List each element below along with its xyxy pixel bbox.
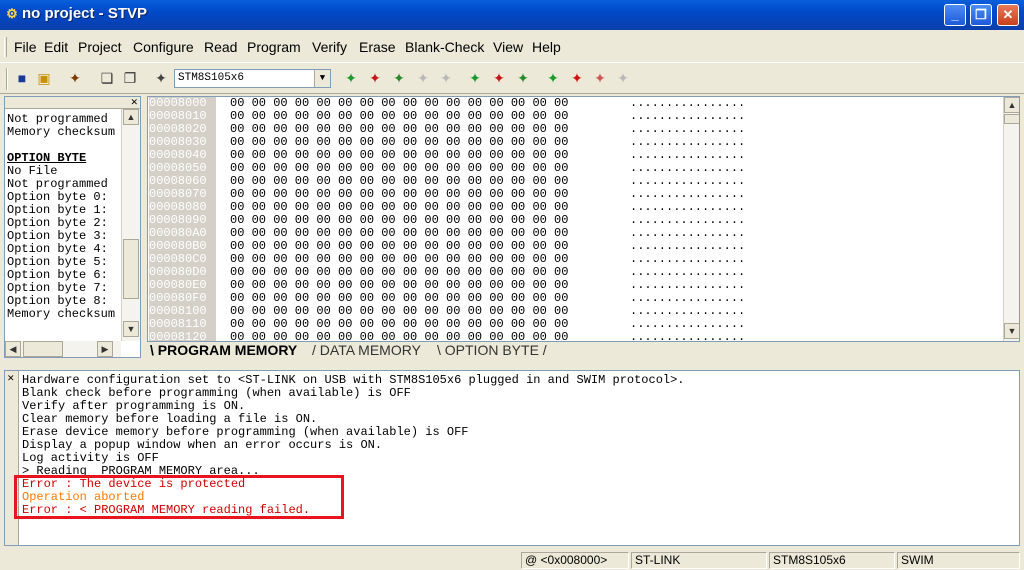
memory-ascii: ................ <box>630 330 746 342</box>
info-panel-hscroll[interactable]: ◀ ▶ <box>5 341 121 357</box>
menu-configure[interactable]: Configure <box>133 39 194 55</box>
minimize-button[interactable]: _ <box>944 4 966 26</box>
menu-program[interactable]: Program <box>247 39 301 55</box>
menu-erase[interactable]: Erase <box>359 39 396 55</box>
chevron-down-icon[interactable]: ▼ <box>314 70 330 87</box>
error-highlight-box <box>14 475 344 519</box>
read-all-icon[interactable]: ✦ <box>466 69 484 87</box>
menu-verify[interactable]: Verify <box>312 39 347 55</box>
info-panel-text: Not programmed Memory checksum OPTION BYTE… <box>7 113 119 321</box>
scroll-down-icon[interactable]: ▼ <box>123 321 139 337</box>
scroll-thumb[interactable] <box>123 239 139 299</box>
verify-all-icon[interactable]: ✦ <box>514 69 532 87</box>
menu-file[interactable]: File <box>14 39 37 55</box>
memory-bytes: 00 00 00 00 00 00 00 00 00 00 00 00 00 0… <box>230 330 569 342</box>
stvp-app-icon: ⚙ <box>6 6 18 21</box>
toolbar: ■ ▣ ✦ ❏ ❐ ✦ STM8S105x6 ▼ ✦ ✦ ✦ ✦ ✦ ✦ ✦ ✦… <box>0 62 1024 94</box>
menu-grip <box>4 37 7 57</box>
info-panel: ✕ Not programmed Memory checksum OPTION BY… <box>4 96 141 358</box>
erase-active-icon: ✦ <box>617 70 629 86</box>
verify-active-icon[interactable]: ✦ <box>591 69 609 87</box>
status-bar: @ <0x008000> ST-LINK STM8S105x6 SWIM <box>0 550 1024 570</box>
menu-read[interactable]: Read <box>204 39 237 55</box>
save-icon[interactable]: ■ <box>13 69 31 87</box>
info-line: Memory checksum <box>7 307 116 321</box>
tab-data-memory[interactable]: / DATA MEMORY <box>312 342 421 358</box>
copy-icon[interactable]: ❏ <box>98 69 116 87</box>
scroll-up-icon[interactable]: ▲ <box>123 109 139 125</box>
tab-data-memory-label: DATA MEMORY <box>319 342 421 358</box>
info-line: Memory checksum <box>7 125 116 139</box>
info-panel-header: ✕ <box>5 97 140 109</box>
program-current-icon[interactable]: ✦ <box>366 69 384 87</box>
verify-current-icon[interactable]: ✦ <box>390 69 408 87</box>
chip-icon[interactable]: ✦ <box>66 69 84 87</box>
memory-view[interactable]: 00008000 00 00 00 00 00 00 00 00 00 00 00… <box>147 96 1020 342</box>
tab-option-byte[interactable]: \ OPTION BYTE / <box>437 342 547 358</box>
status-protocol: SWIM <box>897 552 1020 569</box>
menu-blank-check[interactable]: Blank-Check <box>405 39 484 55</box>
info-panel-vscroll[interactable]: ▲ ▼ <box>121 109 140 341</box>
scroll-down-icon[interactable]: ▼ <box>1004 323 1019 339</box>
scroll-up-icon[interactable]: ▲ <box>1004 97 1019 113</box>
menu-view[interactable]: View <box>493 39 523 55</box>
program-all-icon[interactable]: ✦ <box>490 69 508 87</box>
menu-help[interactable]: Help <box>532 39 561 55</box>
device-icon: ✦ <box>155 70 167 86</box>
scroll-thumb[interactable] <box>23 341 63 357</box>
tab-program-memory[interactable]: \ PROGRAM MEMORY <box>150 342 297 358</box>
tab-option-byte-label: OPTION BYTE <box>444 342 539 358</box>
status-device: STM8S105x6 <box>769 552 895 569</box>
status-link: ST-LINK <box>631 552 767 569</box>
close-button[interactable]: ✕ <box>997 4 1019 26</box>
open-folder-icon[interactable]: ▣ <box>35 69 53 87</box>
menu-edit[interactable]: Edit <box>44 39 68 55</box>
memory-address: 00008120 <box>149 331 216 341</box>
window-title: no project - STVP <box>22 5 148 22</box>
close-icon[interactable]: ✕ <box>130 97 138 108</box>
program-active-icon[interactable]: ✦ <box>568 69 586 87</box>
status-address: @ <0x008000> <box>521 552 629 569</box>
device-select[interactable]: STM8S105x6 ▼ <box>174 69 331 88</box>
menu-bar: File Edit Project Configure Read Program… <box>0 34 1024 60</box>
blank-check-current-icon: ✦ <box>440 70 452 86</box>
title-bar: ⚙ no project - STVP _ ❐ ✕ <box>0 0 1024 30</box>
tab-program-memory-label: PROGRAM MEMORY <box>157 342 298 358</box>
log-panel: ✕ Hardware configuration set to <ST-LINK… <box>4 370 1020 546</box>
memory-vscroll[interactable]: ▲ ▼ <box>1003 97 1019 341</box>
memory-rows: 00008000 00 00 00 00 00 00 00 00 00 00 00… <box>148 97 1003 342</box>
menu-project[interactable]: Project <box>78 39 122 55</box>
memory-tabs: \ PROGRAM MEMORY / DATA MEMORY \ OPTION … <box>147 342 1020 362</box>
toolbar-separator <box>6 68 8 90</box>
scroll-right-icon[interactable]: ▶ <box>97 341 113 357</box>
read-current-icon[interactable]: ✦ <box>342 69 360 87</box>
scroll-left-icon[interactable]: ◀ <box>5 341 21 357</box>
close-icon[interactable]: ✕ <box>7 373 15 384</box>
device-select-value: STM8S105x6 <box>178 72 245 84</box>
read-active-icon[interactable]: ✦ <box>544 69 562 87</box>
scroll-thumb[interactable] <box>1004 114 1019 124</box>
erase-current-icon: ✦ <box>417 70 429 86</box>
paste-icon[interactable]: ❐ <box>121 69 139 87</box>
maximize-button[interactable]: ❐ <box>970 4 992 26</box>
memory-row: 00008120 00 00 00 00 00 00 00 00 00 00 00… <box>148 330 1003 342</box>
